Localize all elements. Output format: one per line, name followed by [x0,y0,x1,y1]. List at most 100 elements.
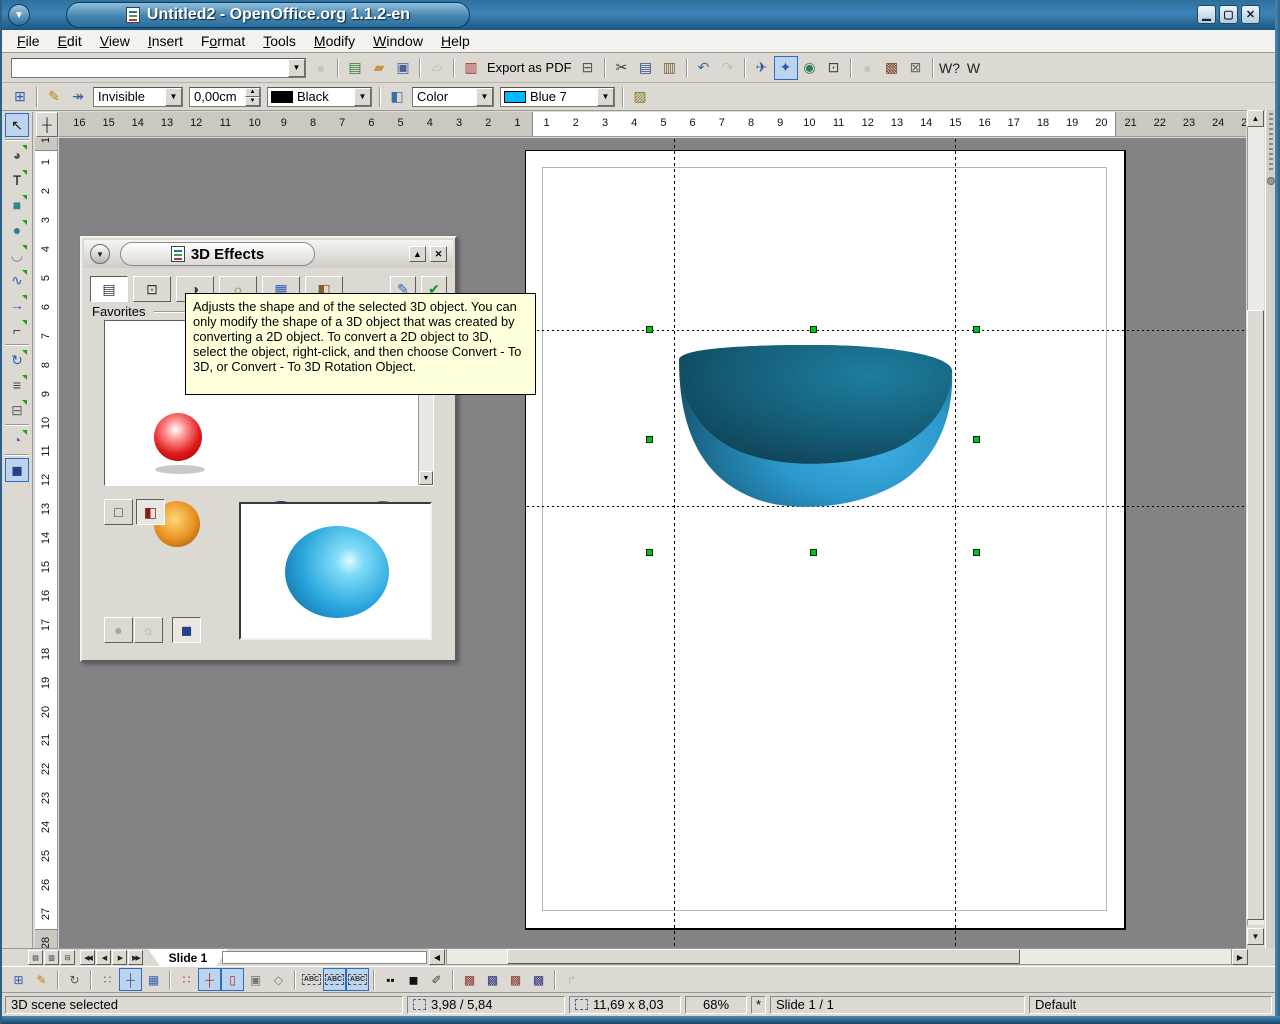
save-icon[interactable]: ▣ [391,56,415,80]
rectangle-icon[interactable]: ■ [5,193,29,217]
fill-color-select[interactable]: Blue 7 ▼ [500,87,615,107]
open-icon[interactable]: ▰ [367,56,391,80]
ruler-origin-button[interactable]: ┼ [36,112,58,137]
fill-can-icon[interactable]: ◧ [385,85,409,109]
contour-mode-icon[interactable]: ▩ [481,968,504,991]
dock-grip-strip[interactable] [1265,110,1275,948]
copy-icon[interactable]: ▤ [634,56,658,80]
dialog-title-bar[interactable]: ▼ 3D Effects ▲ ✕ [84,240,453,268]
text-icon[interactable]: T [5,168,29,192]
clipboard-icon[interactable]: ⊠ [904,56,928,80]
bezier-edit-icon[interactable]: ✦ [774,56,798,80]
menu-help[interactable]: Help [432,31,479,51]
snap-to-page-margins-icon[interactable]: ▯ [221,968,244,991]
status-position[interactable]: 3,98 / 5,84 [407,996,565,1014]
status-zoom[interactable]: 68% [685,996,747,1014]
zoom-icon[interactable]: ◕ [5,143,29,167]
insert-icon[interactable]: ◔ [5,428,29,452]
modify-with-attributes-icon[interactable]: ✐ [425,968,448,991]
snap-to-object-points-icon[interactable]: ◇ [267,968,290,991]
snap-to-object-border-icon[interactable]: ▣ [244,968,267,991]
paste-icon[interactable]: ▥ [658,56,682,80]
help-agent-icon[interactable]: W? [938,56,962,80]
horizontal-ruler[interactable]: 1716151413121110987654321123456789101112… [59,112,1246,137]
snap-to-snap-lines-icon[interactable]: ┼ [198,968,221,991]
arrange-icon[interactable]: ⊟ [5,398,29,422]
whats-this-icon[interactable]: W [962,56,986,80]
favorites-tab-icon[interactable]: ▤ [90,276,128,302]
slide-tab[interactable]: Slide 1 [148,949,228,966]
alignment-icon[interactable]: ≡ [5,373,29,397]
3d-controller-icon[interactable]: ◼ [5,458,29,482]
fill-type-dropdown-icon[interactable]: ▼ [476,88,493,106]
status-slide[interactable]: Slide 1 / 1 [770,996,1025,1014]
show-grid-icon[interactable]: ∷ [96,968,119,991]
cut-icon[interactable]: ✂ [610,56,634,80]
double-click-edit-icon[interactable]: ABC [346,968,369,991]
selection-handle[interactable] [810,549,817,556]
picture-placeholder-icon[interactable]: ▩ [458,968,481,991]
3d-bowl-object[interactable] [652,320,982,560]
selection-handle[interactable] [646,436,653,443]
new-document-icon[interactable]: ▤ [343,56,367,80]
line-width-input[interactable]: 0,00cm ▲▼ [189,87,261,107]
menu-tools[interactable]: Tools [254,31,305,51]
first-slide-button[interactable]: ◀◀ [80,950,95,965]
line-style-select[interactable]: Invisible ▼ [93,87,183,107]
vertical-ruler[interactable]: 1123456789101112131415161718192021222324… [35,138,58,948]
line-style-dropdown-icon[interactable]: ▼ [165,88,182,106]
line-width-value[interactable]: 0,00cm [190,89,245,104]
navigator-icon[interactable]: ✈ [750,56,774,80]
menu-edit[interactable]: Edit [49,31,91,51]
edit-points-icon[interactable]: ⊞ [7,968,30,991]
nonprinting-icon[interactable]: ● [856,56,880,80]
edit-file-icon[interactable]: ▱ [425,56,449,80]
line-width-spinner[interactable]: ▲▼ [245,88,260,106]
ellipse-icon[interactable]: ● [5,218,29,242]
shading-lamp-button[interactable]: ☼ [134,617,163,643]
vscroll-down-button[interactable]: ▼ [1247,928,1264,945]
spin-down-icon[interactable]: ▼ [245,97,260,106]
close-button[interactable]: ✕ [1241,5,1260,24]
line-color-dropdown-icon[interactable]: ▼ [354,88,371,106]
export-pdf-icon[interactable]: ▥ [459,56,483,80]
selection-handle[interactable] [810,326,817,333]
connector-icon[interactable]: ⌐ [5,318,29,342]
status-size[interactable]: 11,69 x 8,03 [569,996,681,1014]
spin-up-icon[interactable]: ▲ [245,88,260,97]
shading-sphere-button[interactable]: ● [104,617,133,643]
drawing-view-button[interactable]: ▤ [28,950,43,965]
status-layout[interactable]: Default [1029,996,1272,1014]
title-bar[interactable]: ▼ Untitled2 - OpenOffice.org 1.1.2-en ▁▢… [2,0,1280,30]
grid-front-icon[interactable]: ▦ [142,968,165,991]
scroll-down-icon[interactable]: ▼ [419,471,433,485]
selection-handle[interactable] [973,436,980,443]
geometry-tab-icon[interactable]: ⊡ [133,276,171,302]
menu-insert[interactable]: Insert [139,31,192,51]
hscroll-right-button[interactable]: ▶ [1232,949,1248,965]
maximize-button[interactable]: ▢ [1219,5,1238,24]
menu-modify[interactable]: Modify [305,31,364,51]
line-pen-icon[interactable]: ✎ [42,85,66,109]
url-combobox[interactable]: ▼ [11,58,306,78]
shadow-icon[interactable]: ▨ [628,85,652,109]
direct-edit-icon[interactable]: ✎ [30,968,53,991]
arrow-style-icon[interactable]: ↠ [66,85,90,109]
large-handles-icon[interactable]: ◼ [402,968,425,991]
selection-handle[interactable] [646,326,653,333]
curve-icon[interactable]: ∿ [5,268,29,292]
gallery-icon[interactable]: ▩ [880,56,904,80]
edit-points-icon[interactable]: ⊞ [8,85,32,109]
zoom-icon[interactable]: ⊡ [822,56,846,80]
minimize-button[interactable]: ▁ [1197,5,1216,24]
simple-handles-icon[interactable]: ▪▪ [379,968,402,991]
next-slide-button[interactable]: ▶ [112,950,127,965]
line-color-select[interactable]: Black ▼ [267,87,372,107]
dialog-menu-button[interactable]: ▼ [90,244,110,264]
stop-loading-icon[interactable]: ● [309,56,333,80]
rotation-mode-icon[interactable]: ↻ [63,968,86,991]
preview-cube-button[interactable]: ◼ [172,617,201,643]
selection-handle[interactable] [973,326,980,333]
exit-group-icon[interactable]: ↱ [560,968,583,991]
hscroll-thumb[interactable] [507,949,1020,964]
